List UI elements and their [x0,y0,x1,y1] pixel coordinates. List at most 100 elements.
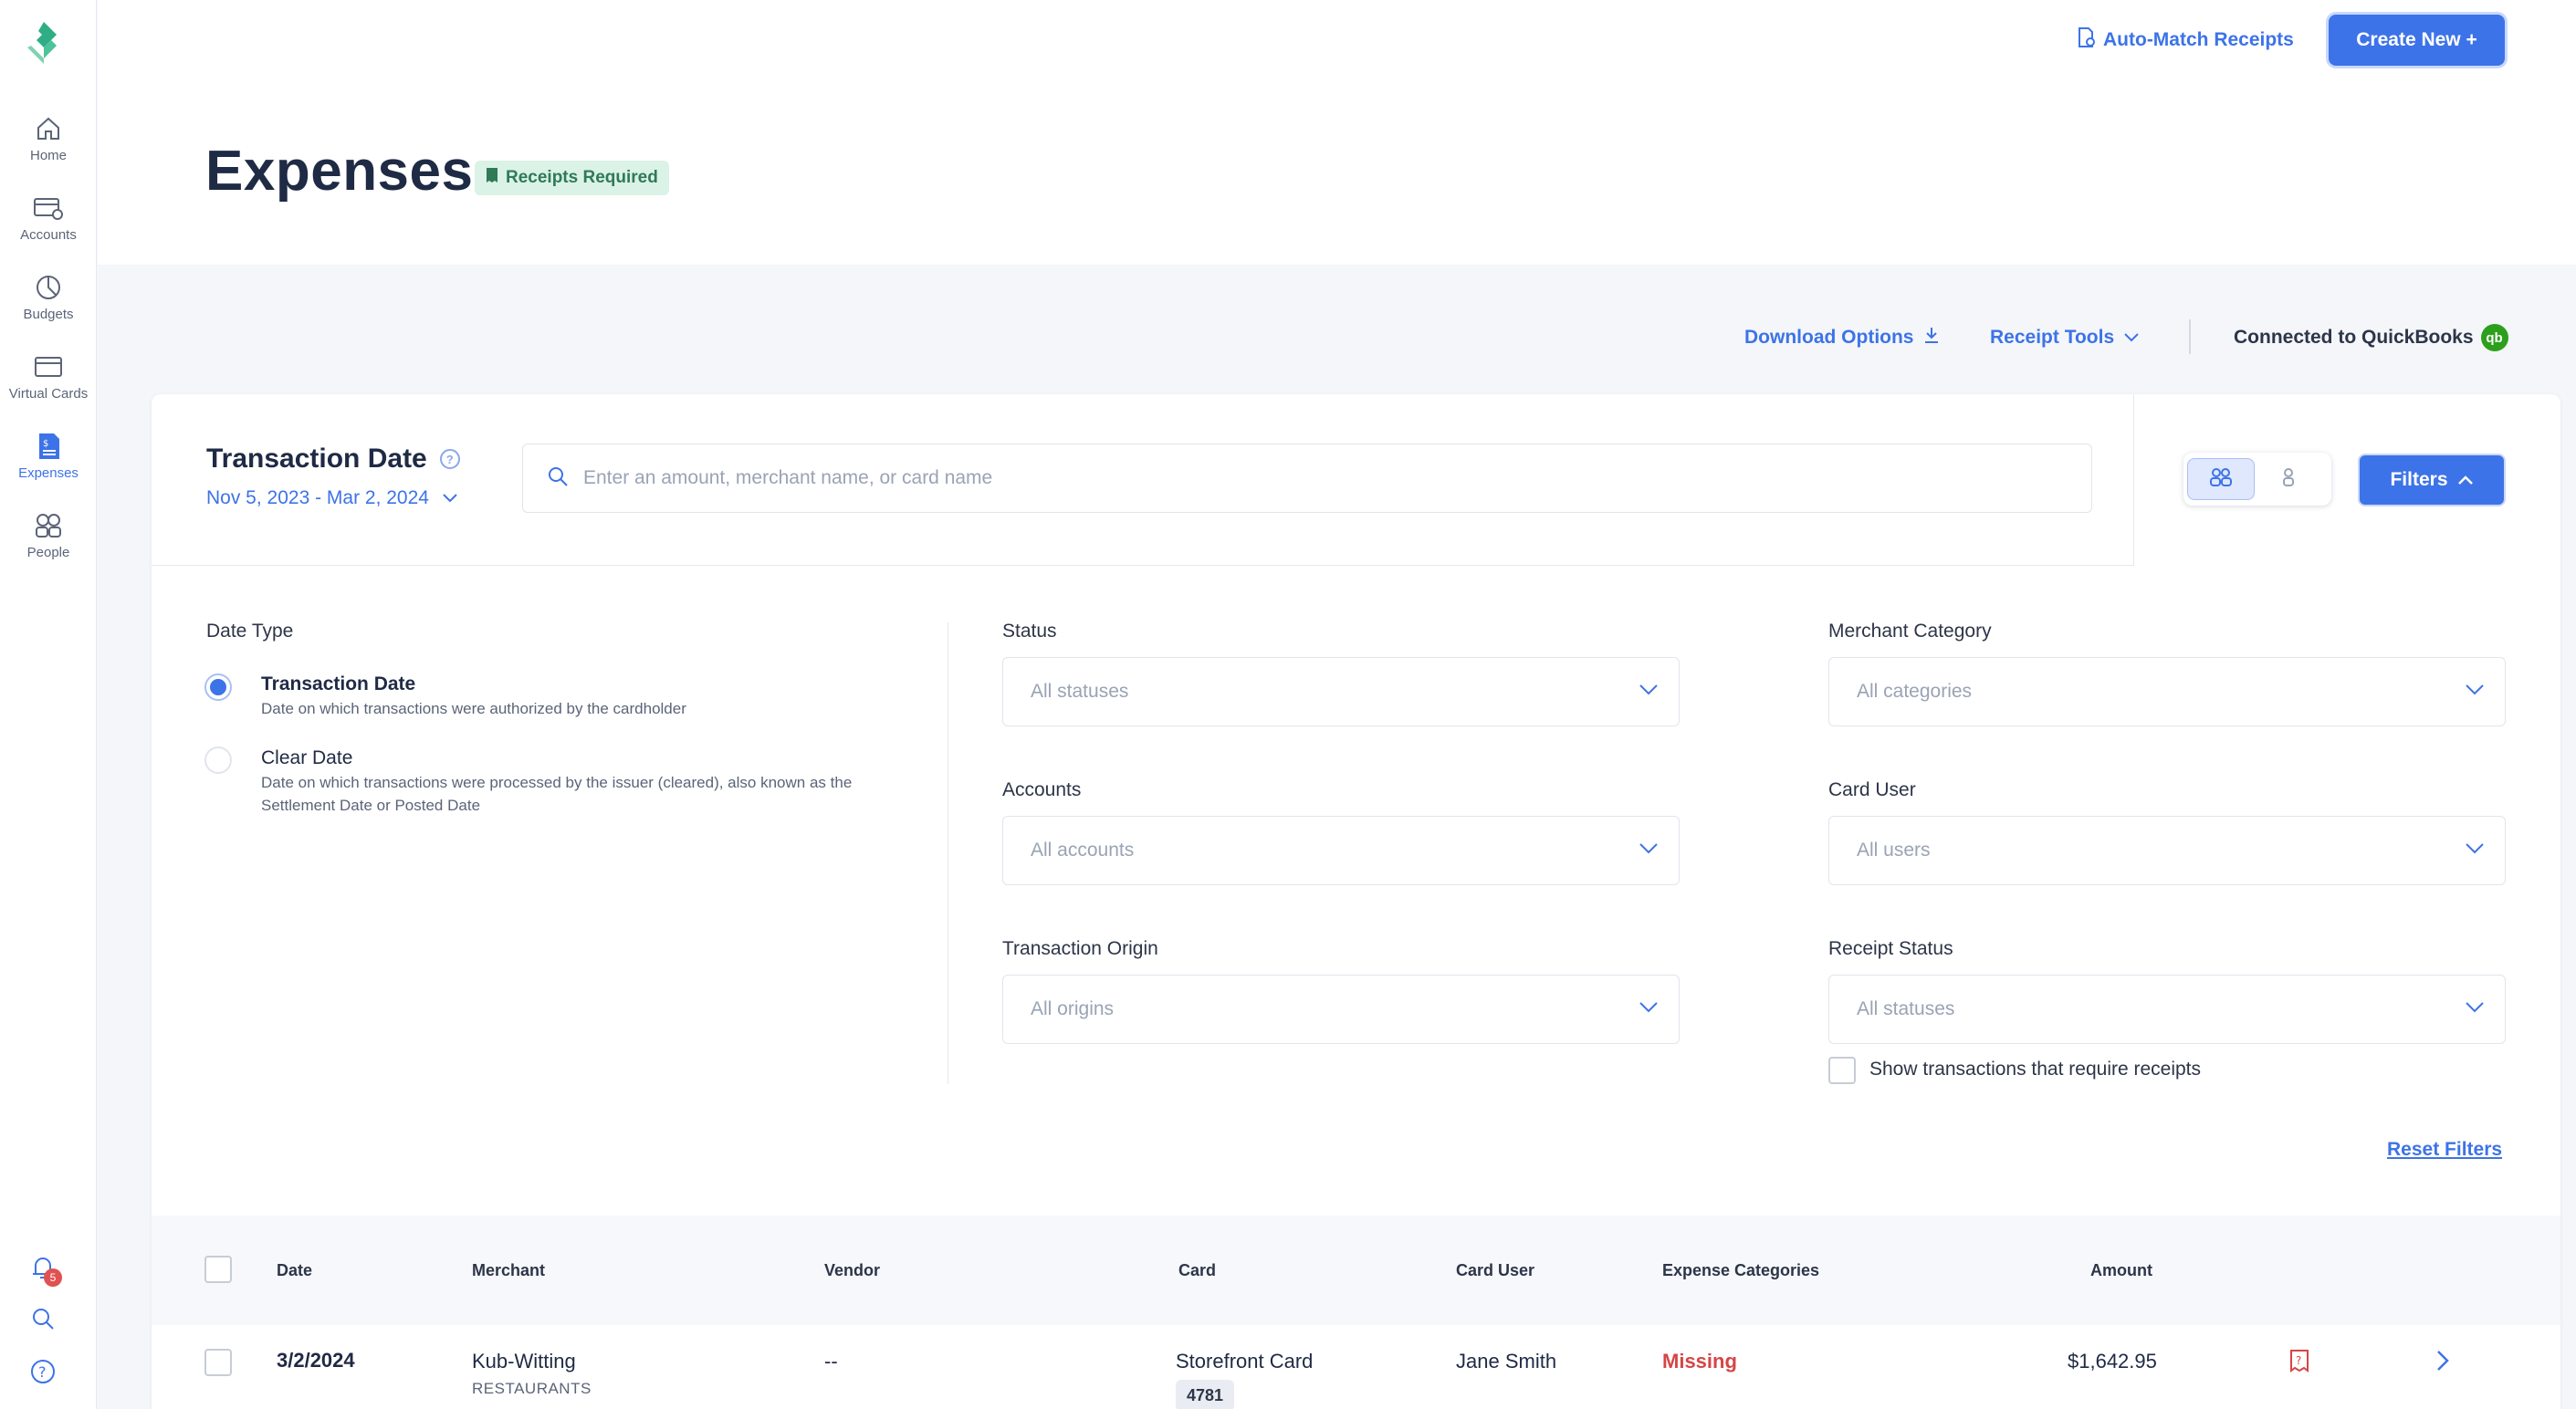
row-merchant: Kub-Witting [472,1350,576,1372]
clear-date-radio[interactable] [204,746,232,774]
missing-receipt-icon[interactable]: ? [2289,1349,2309,1372]
receipts-required-badge: Receipts Required [475,161,669,195]
sidebar-item-label: Home [29,148,67,163]
require-receipts-label: Show transactions that require receipts [1869,1059,2202,1080]
create-new-button[interactable]: Create New + [2329,15,2505,66]
chevron-down-icon [2123,327,2140,349]
transaction-date-title: Transaction Date [206,444,427,474]
sidebar-item-label: Accounts [20,227,77,243]
notifications-button[interactable]: 5 [27,1254,62,1287]
card-user-label: Card User [1828,779,1916,800]
column-header-card[interactable]: Card [1178,1261,1216,1280]
auto-match-label: Auto-Match Receipts [2103,29,2294,50]
receipt-tools-dropdown[interactable]: Receipt Tools [1990,324,2140,351]
chevron-down-icon [1639,684,1659,701]
search-box[interactable] [522,444,2092,513]
people-icon [2209,467,2233,492]
sidebar-item-expenses[interactable]: $ Expenses [0,431,97,495]
quickbooks-logo: qb [2480,324,2508,351]
person-icon [2281,467,2296,492]
row-date: 3/2/2024 [277,1349,355,1372]
download-options-label: Download Options [1744,327,1914,348]
search-input[interactable] [583,467,2044,489]
people-icon [33,510,64,541]
toolbar-divider [2189,319,2191,354]
transaction-origin-select-value: All origins [1031,998,1115,1019]
team-view-toggle[interactable] [2187,458,2255,500]
chevron-up-icon [2457,469,2474,491]
sidebar-item-home[interactable]: Home [0,113,97,177]
transaction-date-header: Transaction Date ? [206,444,460,475]
expenses-card: Transaction Date ? Nov 5, 2023 - Mar 2, … [152,394,2560,1409]
merchant-category-select-value: All categories [1857,681,1973,702]
accounts-icon [33,193,64,224]
row-expense-category-missing: Missing [1662,1350,1737,1372]
receipt-status-select-value: All statuses [1857,998,1955,1019]
clear-date-option-title: Clear Date [261,747,353,768]
chevron-down-icon [2465,1001,2485,1018]
svg-text:$: $ [43,439,48,449]
row-card: Storefront Card [1176,1350,1314,1372]
page-title: Expenses [205,140,474,203]
transaction-origin-select[interactable]: All origins [1002,975,1680,1044]
reset-filters-link[interactable]: Reset Filters [2387,1139,2502,1161]
sidebar-item-people[interactable]: People [0,510,97,574]
status-select-value: All statuses [1031,681,1129,702]
require-receipts-checkbox[interactable] [1828,1057,1856,1084]
search-icon [547,465,569,492]
sidebar: Home Accounts Budgets Virtual Cards $ Ex… [0,0,97,1409]
sidebar-item-label: Budgets [23,307,74,322]
chevron-right-icon[interactable] [2435,1349,2454,1372]
row-merchant-category: RESTAURANTS [472,1380,592,1397]
info-icon[interactable]: ? [439,449,460,469]
date-range-picker[interactable]: Nov 5, 2023 - Mar 2, 2024 [206,487,458,509]
download-options-link[interactable]: Download Options [1744,324,1941,351]
status-label: Status [1002,621,1057,642]
accounts-select[interactable]: All accounts [1002,816,1680,885]
row-card-user: Jane Smith [1456,1350,1557,1372]
brand-logo[interactable] [24,20,64,66]
receipt-status-label: Receipt Status [1828,938,1953,959]
select-all-checkbox[interactable] [204,1256,232,1283]
accounts-label: Accounts [1002,779,1082,800]
transaction-date-option-title: Transaction Date [261,673,416,694]
auto-match-receipts-link[interactable]: Auto-Match Receipts [2078,26,2294,55]
column-header-amount[interactable]: Amount [2090,1261,2152,1280]
status-select[interactable]: All statuses [1002,657,1680,726]
column-header-date[interactable]: Date [277,1261,312,1280]
column-header-expense-categories[interactable]: Expense Categories [1662,1261,1819,1280]
chevron-down-icon [2465,684,2485,701]
sidebar-item-label: Virtual Cards [8,386,89,402]
search-panel: Transaction Date ? Nov 5, 2023 - Mar 2, … [152,394,2134,566]
svg-text:?: ? [2296,1354,2301,1367]
card-user-select-value: All users [1857,840,1931,861]
receipt-status-select[interactable]: All statuses [1828,975,2506,1044]
date-type-label: Date Type [206,621,294,642]
column-header-card-user[interactable]: Card User [1456,1261,1534,1280]
search-icon [31,1307,55,1335]
receipt-match-icon [2078,27,2096,53]
sidebar-item-budgets[interactable]: Budgets [0,272,97,336]
my-view-toggle[interactable] [2255,458,2322,500]
card-last4-chip: 4781 [1176,1380,1234,1409]
receipt-icon [486,167,498,189]
sidebar-item-label: Expenses [18,465,79,481]
sidebar-item-label: People [26,545,70,560]
transaction-date-radio[interactable] [204,673,232,701]
sidebar-item-virtual-cards[interactable]: Virtual Cards [0,351,97,415]
sidebar-item-accounts[interactable]: Accounts [0,193,97,256]
filters-button[interactable]: Filters [2360,455,2504,505]
help-icon: ? [30,1359,56,1389]
search-button[interactable] [27,1305,58,1336]
row-amount: $1,642.95 [2068,1350,2157,1372]
column-header-merchant[interactable]: Merchant [472,1261,545,1280]
filters-label: Filters [2390,469,2448,490]
card-user-select[interactable]: All users [1828,816,2506,885]
merchant-category-select[interactable]: All categories [1828,657,2506,726]
home-icon [33,113,64,144]
help-button[interactable]: ? [27,1358,58,1389]
row-checkbox[interactable] [204,1349,232,1376]
expenses-icon: $ [33,431,64,462]
column-header-vendor[interactable]: Vendor [824,1261,880,1280]
virtual-cards-icon [33,351,64,382]
